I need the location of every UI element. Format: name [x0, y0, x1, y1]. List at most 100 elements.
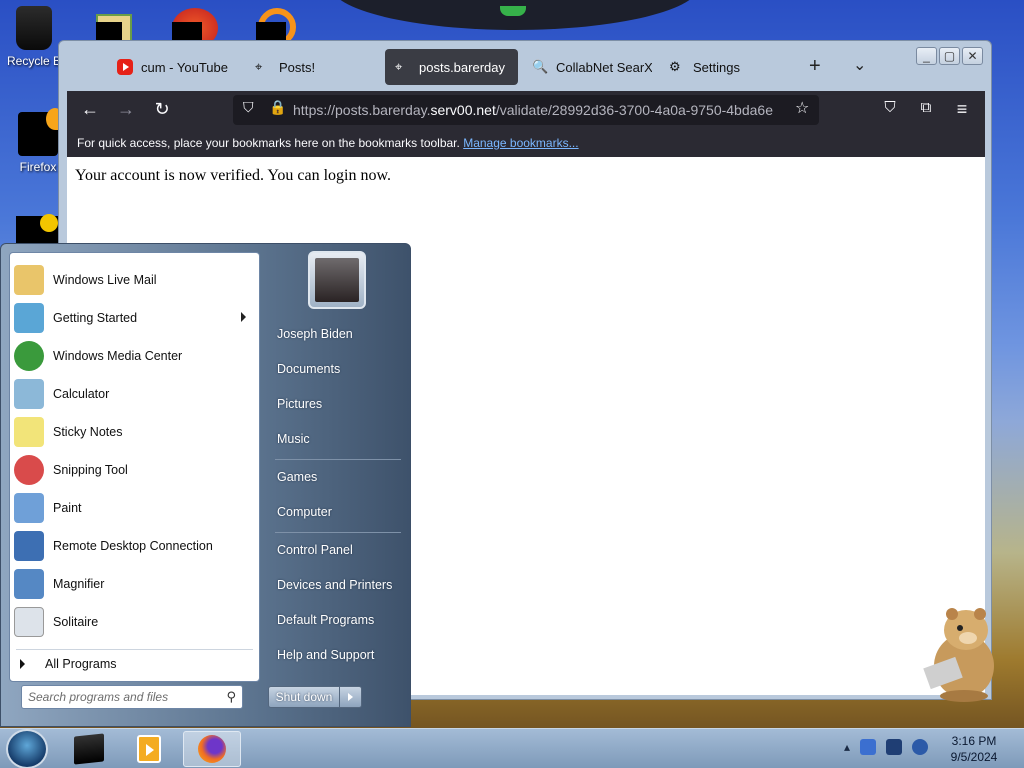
- tab-label: CollabNet SearXN: [556, 59, 652, 75]
- terminal-icon: [74, 733, 104, 765]
- recycle-bin-desktop-icon[interactable]: Recycle B: [2, 6, 66, 68]
- start-link-computer[interactable]: Computer: [269, 498, 404, 528]
- program-label: Calculator: [53, 387, 110, 401]
- program-windows-live-mail[interactable]: Windows Live Mail: [14, 262, 256, 298]
- program-getting-started[interactable]: Getting Started: [14, 300, 256, 336]
- pin-icon: ⌖: [395, 59, 403, 74]
- network-icon[interactable]: [886, 739, 903, 755]
- pin-icon: ⌖: [255, 59, 263, 74]
- back-button[interactable]: ←: [79, 99, 101, 120]
- start-link-music[interactable]: Music: [269, 425, 404, 455]
- taskbar-media-player-button[interactable]: [120, 731, 178, 767]
- program-label: Paint: [53, 501, 82, 515]
- list-all-tabs-button[interactable]: ⌄: [853, 55, 866, 75]
- lock-icon[interactable]: 🔒: [269, 99, 286, 116]
- menu-icon[interactable]: ≡: [951, 99, 973, 120]
- clock-time: 3:16 PM: [951, 734, 997, 748]
- start-search-input[interactable]: Search programs and files ⚲: [21, 685, 243, 709]
- all-programs-button[interactable]: All Programs: [20, 657, 117, 671]
- navigation-toolbar: ← → ↻ https://posts.barerday. serv00.net /…: [67, 91, 985, 129]
- program-label: Windows Live Mail: [53, 273, 157, 287]
- firefox-label: Firefox: [19, 160, 57, 174]
- submenu-arrow-icon: [241, 312, 246, 322]
- show-hidden-icons-button[interactable]: ▴: [844, 740, 850, 754]
- start-link-devices-printers[interactable]: Devices and Printers: [269, 571, 404, 601]
- bookmark-star-icon[interactable]: ☆: [795, 98, 809, 118]
- start-link-default-programs[interactable]: Default Programs: [269, 606, 404, 636]
- media-player-icon: [137, 735, 161, 763]
- window-controls: _ ▢ ✕: [916, 47, 983, 65]
- start-link-user[interactable]: Joseph Biden: [269, 320, 404, 350]
- start-menu: Windows Live Mail Getting Started Window…: [0, 243, 411, 727]
- tab-close-icon[interactable]: ✕: [517, 59, 518, 76]
- shield-icon[interactable]: ⛉: [243, 99, 254, 116]
- youtube-icon: [117, 59, 133, 75]
- calculator-icon: [14, 379, 44, 409]
- shutdown-button[interactable]: Shut down: [268, 686, 340, 708]
- clock-date: 9/5/2024: [950, 750, 998, 764]
- start-link-help-support[interactable]: Help and Support: [269, 641, 404, 671]
- avatar-image: [315, 258, 359, 302]
- start-link-pictures[interactable]: Pictures: [269, 390, 404, 420]
- reload-button[interactable]: ↻: [151, 99, 173, 120]
- tab-bar: cum - YouTube ⌖ Posts! ⌖ posts.barerday …: [67, 47, 907, 89]
- start-link-control-panel[interactable]: Control Panel: [269, 536, 404, 566]
- program-label: Getting Started: [53, 311, 138, 325]
- arrow-right-icon: [20, 659, 25, 669]
- program-windows-media-center[interactable]: Windows Media Center: [14, 338, 256, 374]
- tab-settings[interactable]: ⚙ Settings: [659, 49, 769, 85]
- program-sticky-notes[interactable]: Sticky Notes: [14, 414, 256, 450]
- tab-label: cum - YouTube: [141, 59, 228, 75]
- new-tab-button[interactable]: +: [809, 55, 821, 78]
- user-avatar[interactable]: [308, 251, 366, 309]
- shutdown-options-button[interactable]: [340, 686, 362, 708]
- manage-bookmarks-link[interactable]: Manage bookmarks...: [463, 136, 578, 150]
- search-icon[interactable]: ⚲: [226, 689, 236, 705]
- start-link-documents[interactable]: Documents: [269, 355, 404, 385]
- redacted-block: [96, 22, 122, 40]
- taskbar-cmd-button[interactable]: [60, 731, 118, 767]
- close-window-button[interactable]: ✕: [962, 47, 983, 65]
- program-label: Sticky Notes: [53, 425, 123, 439]
- url-bar[interactable]: https://posts.barerday. serv00.net/valida…: [233, 95, 819, 125]
- url-prefix: https://posts.barerday.: [293, 102, 431, 118]
- url-path: /validate/28992d36-3700-4a0a-9750-4bda6e: [495, 102, 773, 118]
- taskbar-firefox-button[interactable]: [183, 731, 241, 767]
- extensions-icon[interactable]: ⧉: [915, 99, 937, 116]
- start-menu-programs-pane: Windows Live Mail Getting Started Window…: [9, 252, 260, 682]
- program-calculator[interactable]: Calculator: [14, 376, 256, 412]
- program-paint[interactable]: Paint: [14, 490, 256, 526]
- tab-label: posts.barerday: [419, 59, 505, 75]
- maximize-button[interactable]: ▢: [939, 47, 960, 65]
- program-magnifier[interactable]: Magnifier: [14, 566, 256, 602]
- pocket-icon[interactable]: ⛉: [879, 99, 901, 116]
- tab-label: Posts!: [279, 59, 316, 75]
- tab-label: Settings: [693, 59, 740, 75]
- gear-icon: ⚙: [669, 59, 681, 74]
- tab-youtube[interactable]: cum - YouTube: [107, 49, 237, 85]
- hamster-gadget: [923, 608, 994, 702]
- desktop-shortcut-icon[interactable]: [40, 214, 58, 232]
- program-snipping-tool[interactable]: Snipping Tool: [14, 452, 256, 488]
- program-label: Snipping Tool: [53, 463, 128, 477]
- security-icon[interactable]: [860, 739, 877, 755]
- minimize-button[interactable]: _: [916, 47, 937, 65]
- sticky-notes-icon: [14, 417, 44, 447]
- magnifier-icon: [14, 569, 44, 599]
- volume-icon[interactable]: [912, 739, 929, 755]
- url-host: serv00.net: [430, 102, 496, 118]
- taskbar: ▴ 3:16 PM 9/5/2024: [0, 728, 1024, 768]
- start-button[interactable]: [6, 729, 48, 768]
- program-remote-desktop[interactable]: Remote Desktop Connection: [14, 528, 256, 564]
- palette-icon: [14, 493, 44, 523]
- tab-posts-barerday[interactable]: ⌖ posts.barerday ✕: [385, 49, 518, 85]
- remote-desktop-icon: [14, 531, 44, 561]
- tab-searxng[interactable]: 🔍 CollabNet SearXN: [522, 49, 652, 85]
- program-solitaire[interactable]: Solitaire: [14, 604, 256, 640]
- divider: [16, 649, 253, 650]
- wallpaper-glow: [500, 6, 526, 16]
- forward-button[interactable]: →: [115, 99, 137, 120]
- tab-posts[interactable]: ⌖ Posts!: [245, 49, 365, 85]
- clock[interactable]: 3:16 PM 9/5/2024: [944, 733, 1004, 765]
- start-link-games[interactable]: Games: [269, 463, 404, 493]
